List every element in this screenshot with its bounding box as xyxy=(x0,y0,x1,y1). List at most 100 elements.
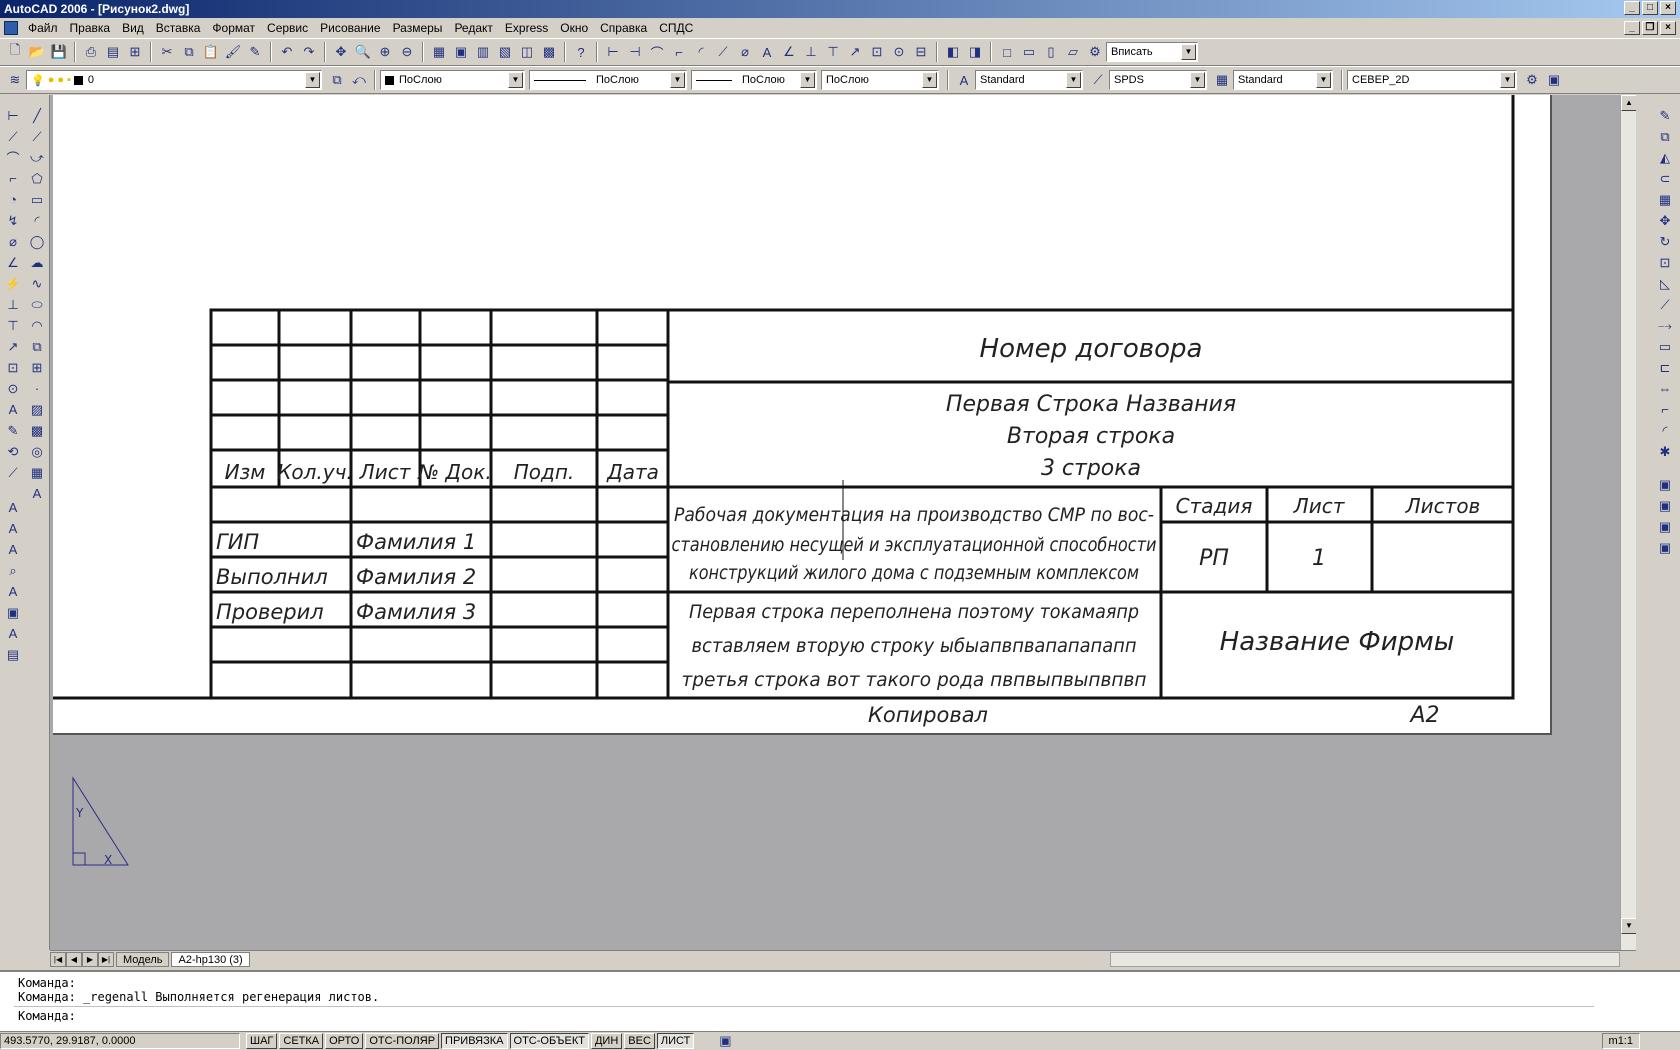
dim-jogged-icon[interactable]: ⟋ xyxy=(712,41,734,63)
mtext-icon[interactable]: A xyxy=(2,518,24,539)
menu-dimension[interactable]: Размеры xyxy=(387,21,449,35)
help-icon[interactable]: ? xyxy=(570,41,592,63)
plotstyle-combo[interactable]: ПоСлою ▼ xyxy=(821,70,939,90)
zoom-window-icon[interactable]: ⊕ xyxy=(374,41,396,63)
spline-icon[interactable]: ∿ xyxy=(26,273,48,294)
open-icon[interactable]: 📂 xyxy=(26,41,48,63)
erase-icon[interactable]: ✎ xyxy=(1654,105,1676,126)
convert-viewport-icon[interactable]: ▱ xyxy=(1062,41,1084,63)
rectangle-icon[interactable]: ▭ xyxy=(26,189,48,210)
dim-text-icon[interactable]: A xyxy=(2,399,24,420)
dim-edit-icon[interactable]: ✎ xyxy=(2,420,24,441)
text-icon[interactable]: A xyxy=(2,497,24,518)
dim-linear-icon[interactable]: ⊢ xyxy=(602,41,624,63)
dim-update-icon[interactable]: ⟲ xyxy=(2,441,24,462)
chamfer-icon[interactable]: ⌐ xyxy=(1654,399,1676,420)
dim-override-icon[interactable]: ⟋ xyxy=(2,462,24,483)
center-mark-icon[interactable]: ⊙ xyxy=(2,378,24,399)
horizontal-scrollbar[interactable] xyxy=(1110,952,1620,967)
arc-icon[interactable]: ◜ xyxy=(26,210,48,231)
text-style-combo[interactable]: Standard ▼ xyxy=(975,70,1083,90)
dim-baseline-icon[interactable]: ⊥ xyxy=(2,294,24,315)
document-icon[interactable] xyxy=(4,21,18,35)
rotate-icon[interactable]: ↻ xyxy=(1654,231,1676,252)
polyline-icon[interactable]: ⤻ xyxy=(26,147,48,168)
chevron-down-icon[interactable]: ▼ xyxy=(1500,72,1515,88)
dim-diameter-icon[interactable]: ⌀ xyxy=(2,231,24,252)
chevron-down-icon[interactable]: ▼ xyxy=(1181,44,1196,60)
draw-order-front-icon[interactable]: ▣ xyxy=(1654,474,1676,495)
dim-linear-icon[interactable]: ⊢ xyxy=(2,105,24,126)
doc-minimize-icon[interactable]: _ xyxy=(1624,21,1640,35)
menu-window[interactable]: Окно xyxy=(554,21,594,35)
break-icon[interactable]: ⊏ xyxy=(1654,357,1676,378)
publish-icon[interactable]: ⊞ xyxy=(124,41,146,63)
table-icon[interactable]: ▦ xyxy=(26,462,48,483)
view-combo[interactable]: СЕВЕР_2D ▼ xyxy=(1347,70,1517,90)
polar-toggle[interactable]: ОТС-ПОЛЯР xyxy=(365,1033,440,1049)
mirror-icon[interactable]: ◭ xyxy=(1654,147,1676,168)
dim-aligned-icon[interactable]: ⊣ xyxy=(624,41,646,63)
lineweight-combo[interactable]: ПоСлою ▼ xyxy=(691,70,817,90)
pan-icon[interactable]: ✥ xyxy=(330,41,352,63)
doc-restore-icon[interactable]: ❐ xyxy=(1642,21,1658,35)
dim-baseline-icon[interactable]: ⊥ xyxy=(800,41,822,63)
polygonal-viewport-icon[interactable]: ▭ xyxy=(1018,41,1040,63)
tab-model[interactable]: Модель xyxy=(116,952,170,967)
menu-tools[interactable]: Сервис xyxy=(261,21,314,35)
draw-order-above-icon[interactable]: ▣ xyxy=(1654,516,1676,537)
doc-close-icon[interactable]: × xyxy=(1660,21,1676,35)
paste-icon[interactable]: 📋 xyxy=(200,41,222,63)
dim-radius-icon[interactable]: ◜ xyxy=(690,41,712,63)
next-tab-icon[interactable]: ▶ xyxy=(82,952,98,967)
text-justify-icon[interactable]: ▤ xyxy=(2,644,24,665)
viewport-info-icon[interactable]: ◨ xyxy=(964,41,986,63)
lineweight-toggle[interactable]: ВЕС xyxy=(624,1033,655,1049)
command-window[interactable]: Команда: Команда: _regenall Выполняется … xyxy=(0,970,1680,1032)
line-icon[interactable]: ╱ xyxy=(26,105,48,126)
ellipse-icon[interactable]: ⬭ xyxy=(26,294,48,315)
insert-block-icon[interactable]: ⧉ xyxy=(26,336,48,357)
dim-aligned-icon[interactable]: ⟋ xyxy=(2,126,24,147)
dim-ordinate-icon[interactable]: ⌐ xyxy=(668,41,690,63)
layer-manager-icon[interactable]: ≋ xyxy=(4,69,26,91)
revcloud-icon[interactable]: ☁ xyxy=(26,252,48,273)
table-style-icon[interactable]: ▦ xyxy=(1211,69,1233,91)
layer-previous-icon[interactable]: ⤺ xyxy=(348,69,370,91)
scroll-down-icon[interactable]: ▼ xyxy=(1621,918,1636,934)
polygon-icon[interactable]: ⬠ xyxy=(26,168,48,189)
calculator-icon[interactable]: ▩ xyxy=(538,41,560,63)
menu-express[interactable]: Express xyxy=(499,21,554,35)
undo-icon[interactable]: ↶ xyxy=(276,41,298,63)
menu-spds[interactable]: СПДС xyxy=(653,21,699,35)
annotation-scale[interactable]: m1:1 xyxy=(1601,1033,1640,1049)
menu-format[interactable]: Формат xyxy=(206,21,261,35)
prev-tab-icon[interactable]: ◀ xyxy=(66,952,82,967)
cut-icon[interactable]: ✂ xyxy=(156,41,178,63)
make-block-icon[interactable]: ⊞ xyxy=(26,357,48,378)
chevron-down-icon[interactable]: ▼ xyxy=(508,72,523,88)
dim-style-icon[interactable]: ⟋ xyxy=(1087,69,1109,91)
gradient-icon[interactable]: ▩ xyxy=(26,420,48,441)
dim-continue-icon[interactable]: ⊤ xyxy=(2,315,24,336)
zoom-realtime-icon[interactable]: 🔍 xyxy=(352,41,374,63)
chevron-down-icon[interactable]: ▼ xyxy=(305,72,320,88)
color-combo[interactable]: ПоСлою ▼ xyxy=(380,70,525,90)
menu-draw[interactable]: Рисование xyxy=(314,21,386,35)
join-icon[interactable]: ⇔ xyxy=(1654,378,1676,399)
command-prompt[interactable]: Команда: xyxy=(18,1009,76,1023)
dim-jogged-icon[interactable]: ↯ xyxy=(2,210,24,231)
quick-dim-icon[interactable]: ⚡ xyxy=(2,273,24,294)
dim-leader-icon[interactable]: ↗ xyxy=(844,41,866,63)
match-properties-icon[interactable]: 🖌 xyxy=(222,41,244,63)
otrack-toggle[interactable]: ОТС-ОБЪЕКТ xyxy=(509,1033,589,1049)
explode-icon[interactable]: ✱ xyxy=(1654,441,1676,462)
minimize-icon[interactable]: _ xyxy=(1624,1,1640,15)
print-preview-icon[interactable]: ▤ xyxy=(102,41,124,63)
chevron-down-icon[interactable]: ▼ xyxy=(670,72,685,88)
maximize-viewport-icon[interactable]: ▣ xyxy=(714,1033,736,1049)
circle-icon[interactable]: ◯ xyxy=(26,231,48,252)
extend-icon[interactable]: ⤍ xyxy=(1654,315,1676,336)
design-center-icon[interactable]: ▣ xyxy=(450,41,472,63)
vertical-scrollbar[interactable]: ▲ ▼ xyxy=(1620,95,1636,950)
